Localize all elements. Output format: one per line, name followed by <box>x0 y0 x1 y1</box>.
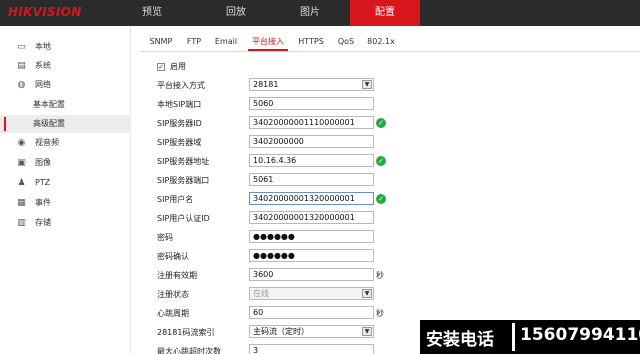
sip-username-label: SIP用户名 <box>157 195 194 204</box>
tab-snmp[interactable]: SNMP <box>146 33 176 51</box>
nav-preview[interactable]: 预览 <box>130 0 174 26</box>
sidebar-item-label: 存储 <box>35 218 51 227</box>
ptz-icon: ♟ <box>17 178 26 188</box>
sidebar-subitem-advanced[interactable]: 高级配置 <box>0 115 131 133</box>
stream-index-value: 主码流（定时） <box>253 327 309 336</box>
image-icon: ▣ <box>17 158 26 168</box>
calendar-icon: ▦ <box>17 198 26 208</box>
sidebar-item-label: 视音频 <box>35 138 59 147</box>
access-mode-select[interactable]: 28181 ▼ <box>249 78 374 91</box>
sidebar-item-label: 事件 <box>35 198 51 207</box>
sip-server-domain-label: SIP服务器域 <box>157 138 202 147</box>
sidebar-item-label: 系统 <box>35 61 51 70</box>
sidebar-item-event[interactable]: ▦ 事件 <box>0 194 131 212</box>
max-heartbeat-timeout-label: 最大心跳超时次数 <box>157 347 221 354</box>
tab-https[interactable]: HTTPS <box>296 33 326 51</box>
sip-auth-id-input[interactable]: 34020000001320000001 <box>249 211 374 224</box>
sip-server-port-input[interactable]: 5061 <box>249 173 374 186</box>
globe-icon: ◍ <box>17 80 26 90</box>
register-expiry-label: 注册有效期 <box>157 271 197 280</box>
heartbeat-period-label: 心跳周期 <box>157 309 189 318</box>
sidebar-item-system[interactable]: ▤ 系统 <box>0 57 131 75</box>
sip-username-input[interactable]: 34020000001320000001 <box>249 192 374 205</box>
password-confirm-label: 密码确认 <box>157 252 189 261</box>
system-icon: ▤ <box>17 61 26 71</box>
password-input[interactable]: ●●●●●● <box>249 230 374 243</box>
access-mode-label: 平台接入方式 <box>157 81 205 90</box>
banner-divider <box>512 323 515 351</box>
hikvision-logo: HIKVISION <box>8 5 82 19</box>
chevron-down-icon[interactable]: ▼ <box>362 80 372 89</box>
sidebar-item-label: PTZ <box>35 178 51 187</box>
local-sip-port-input[interactable]: 5060 <box>249 97 374 110</box>
monitor-icon: ▭ <box>17 42 26 52</box>
heartbeat-period-unit: 秒 <box>376 309 384 318</box>
enable-checkbox[interactable]: ✓ <box>157 63 165 71</box>
valid-check-icon: ✓ <box>376 118 386 128</box>
stream-index-select[interactable]: 主码流（定时） ▼ <box>249 325 374 338</box>
sidebar-item-label: 图像 <box>35 158 51 167</box>
tab-platform-access[interactable]: 平台接入 <box>248 33 288 51</box>
install-phone-number: 15607994110 <box>520 325 640 345</box>
tab-8021x[interactable]: 802.1x <box>366 33 396 51</box>
chevron-down-icon[interactable]: ▼ <box>362 327 372 336</box>
heartbeat-period-input[interactable]: 60 <box>249 306 374 319</box>
install-phone-label: 安装电话 <box>426 330 494 350</box>
network-advanced-tabs: SNMP FTP Email 平台接入 HTTPS QoS 802.1x <box>140 30 640 52</box>
sidebar-item-label: 本地 <box>35 42 51 51</box>
nav-configuration[interactable]: 配置 <box>350 0 420 26</box>
local-sip-port-label: 本地SIP端口 <box>157 100 202 109</box>
sidebar-item-label: 网络 <box>35 80 51 89</box>
max-heartbeat-timeout-input[interactable]: 3 <box>249 344 374 354</box>
tab-email[interactable]: Email <box>213 33 239 51</box>
video-icon: ◉ <box>17 138 26 148</box>
password-confirm-input[interactable]: ●●●●●● <box>249 249 374 262</box>
tab-qos[interactable]: QoS <box>336 33 356 51</box>
sip-server-address-input[interactable]: 10.16.4.36 <box>249 154 374 167</box>
tab-ftp[interactable]: FTP <box>183 33 205 51</box>
access-mode-value: 28181 <box>253 80 279 89</box>
register-status-select: 在线 ▼ <box>249 287 374 300</box>
sidebar-item-ptz[interactable]: ♟ PTZ <box>0 174 131 192</box>
top-navigation-bar: HIKVISION 预览 回放 图片 配置 <box>0 0 640 26</box>
valid-check-icon: ✓ <box>376 194 386 204</box>
sip-server-id-label: SIP服务器ID <box>157 119 202 128</box>
chevron-down-icon: ▼ <box>362 289 372 298</box>
sip-server-id-input[interactable]: 34020000001110000001 <box>249 116 374 129</box>
valid-check-icon: ✓ <box>376 156 386 166</box>
stream-index-label: 28181码流索引 <box>157 328 215 337</box>
sidebar-subitem-label: 高级配置 <box>33 119 65 128</box>
platform-access-form: ✓ 启用 平台接入方式 28181 ▼ 本地SIP端口 5060 SIP服务器I… <box>140 56 640 354</box>
sidebar-item-video-audio[interactable]: ◉ 视音频 <box>0 134 131 152</box>
sidebar-item-network[interactable]: ◍ 网络 <box>0 76 131 94</box>
register-expiry-unit: 秒 <box>376 271 384 280</box>
sidebar-subitem-basic[interactable]: 基本配置 <box>0 96 131 114</box>
sidebar-item-image[interactable]: ▣ 图像 <box>0 154 131 172</box>
install-phone-banner: 安装电话 15607994110 <box>420 320 640 354</box>
storage-icon: ▥ <box>17 218 26 228</box>
nav-picture[interactable]: 图片 <box>290 0 330 26</box>
password-label: 密码 <box>157 233 173 242</box>
nav-playback[interactable]: 回放 <box>216 0 256 26</box>
sidebar-subitem-label: 基本配置 <box>33 100 65 109</box>
sip-server-domain-input[interactable]: 3402000000 <box>249 135 374 148</box>
sip-server-address-label: SIP服务器地址 <box>157 157 210 166</box>
sidebar-item-local[interactable]: ▭ 本地 <box>0 38 131 56</box>
sip-server-port-label: SIP服务器端口 <box>157 176 210 185</box>
register-expiry-input[interactable]: 3600 <box>249 268 374 281</box>
register-status-label: 注册状态 <box>157 290 189 299</box>
register-status-value: 在线 <box>253 289 269 298</box>
sidebar-item-storage[interactable]: ▥ 存储 <box>0 214 131 232</box>
config-sidebar: ▭ 本地 ▤ 系统 ◍ 网络 基本配置 高级配置 ◉ 视音频 ▣ 图像 ♟ PT… <box>0 26 131 354</box>
sip-auth-id-label: SIP用户认证ID <box>157 214 210 223</box>
enable-label: 启用 <box>170 62 186 71</box>
